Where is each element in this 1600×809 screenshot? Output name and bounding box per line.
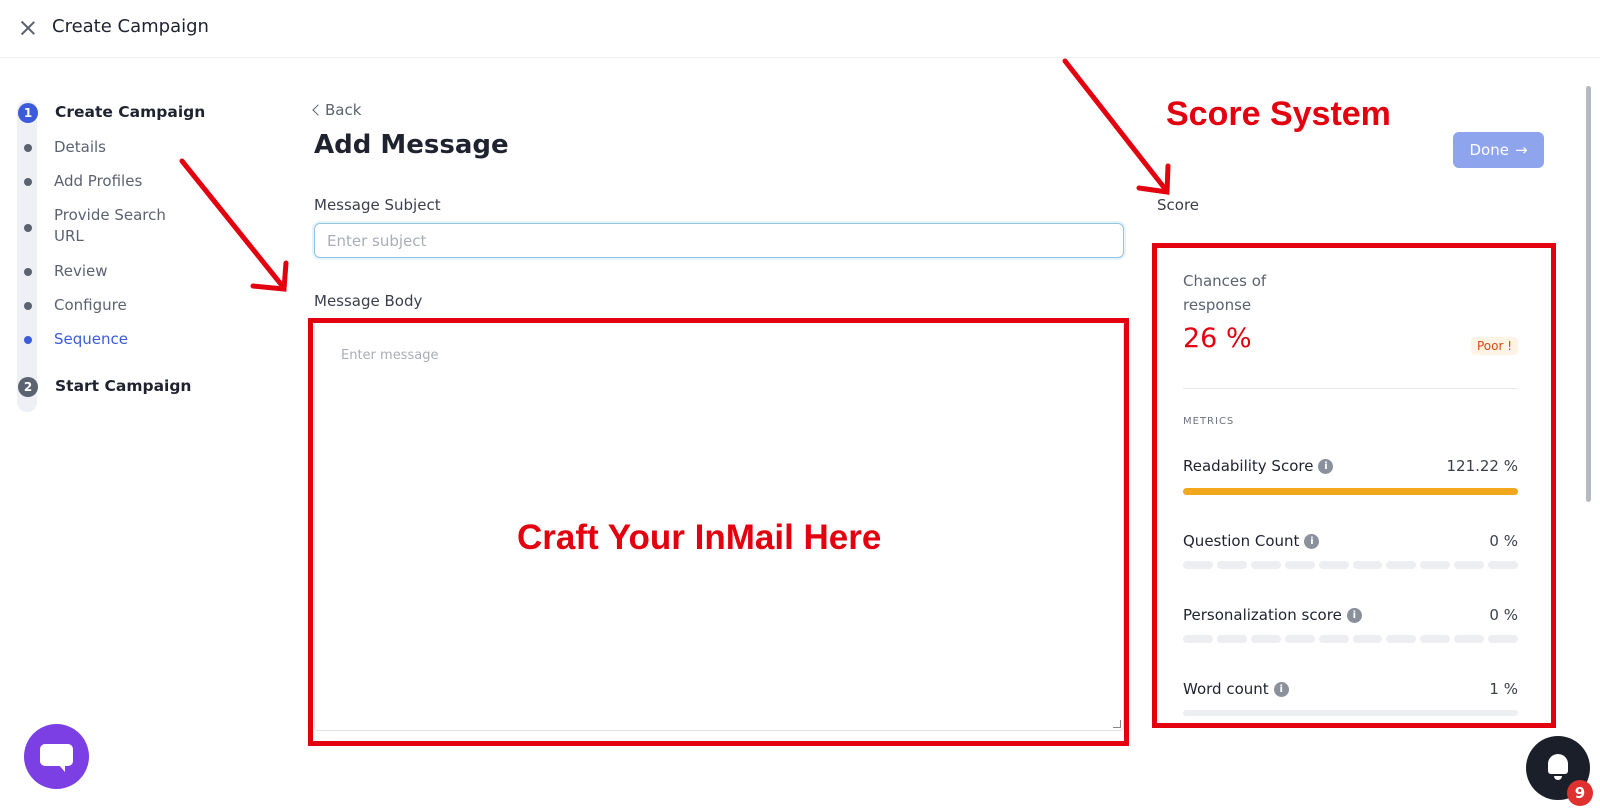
- bar-segment: [1386, 561, 1417, 569]
- resize-handle-icon[interactable]: [1113, 720, 1121, 728]
- scrollbar[interactable]: [1586, 86, 1591, 502]
- metric-personalization-value: 0 %: [1489, 606, 1518, 624]
- top-bar: Create Campaign: [0, 0, 1600, 58]
- metric-word-count-value: 1 %: [1489, 680, 1518, 698]
- bar-segment: [1318, 635, 1349, 643]
- question-bar: [1183, 561, 1519, 569]
- substep-dot: [24, 144, 32, 152]
- bar-segment: [1420, 635, 1451, 643]
- substep-dot: [24, 302, 32, 310]
- page-title: Add Message: [314, 130, 509, 160]
- bar-segment: [1318, 561, 1349, 569]
- body-label: Message Body: [314, 292, 423, 310]
- bar-segment: [1250, 635, 1281, 643]
- annotation-arrow-right: [1062, 58, 1169, 193]
- subject-input[interactable]: [314, 223, 1124, 258]
- substep-dot: [24, 178, 32, 186]
- substep-dot-active: [24, 336, 32, 344]
- annotation-arrowhead-left: [250, 260, 289, 292]
- score-value: 26 %: [1183, 323, 1252, 354]
- bar-segment: [1284, 635, 1315, 643]
- step-2-number: 2: [18, 377, 38, 397]
- metric-label: Word count: [1183, 680, 1269, 698]
- bar-segment: [1352, 635, 1383, 643]
- metric-question-value: 0 %: [1489, 532, 1518, 550]
- arrow-right-icon: →: [1514, 141, 1528, 159]
- bar-segment: [1216, 561, 1247, 569]
- step-1-number: 1: [18, 103, 38, 123]
- bar-segment: [1216, 635, 1247, 643]
- subject-label: Message Subject: [314, 196, 441, 214]
- bar-segment: [1284, 561, 1315, 569]
- metric-question-name: Question Count i: [1183, 532, 1320, 550]
- bar-segment: [1250, 561, 1281, 569]
- word-count-bar: [1183, 710, 1518, 716]
- metric-readability-name: Readability Score i: [1183, 457, 1334, 475]
- readability-bar: [1183, 488, 1518, 495]
- divider: [1183, 388, 1518, 389]
- substep-sequence[interactable]: Sequence: [54, 329, 128, 350]
- info-icon[interactable]: i: [1346, 608, 1362, 623]
- notification-count-badge: 9: [1567, 780, 1593, 806]
- annotation-arrowhead-right: [1136, 163, 1171, 195]
- substep-details[interactable]: Details: [54, 137, 106, 158]
- back-link[interactable]: Back: [312, 101, 362, 119]
- bar-segment: [1454, 561, 1485, 569]
- rating-badge: Poor !: [1471, 337, 1519, 355]
- substep-configure[interactable]: Configure: [54, 295, 127, 316]
- chevron-left-icon: [312, 104, 324, 116]
- substep-provide-search-url[interactable]: Provide Search URL: [54, 205, 194, 247]
- metric-personalization-name: Personalization score i: [1183, 606, 1362, 624]
- bar-segment: [1183, 635, 1213, 643]
- bar-segment: [1183, 561, 1213, 569]
- step-create-campaign[interactable]: Create Campaign: [55, 103, 205, 121]
- close-icon[interactable]: [18, 18, 38, 38]
- bar-segment: [1420, 561, 1451, 569]
- metric-label: Personalization score: [1183, 606, 1342, 624]
- chat-icon: [40, 744, 73, 772]
- annotation-score-system: Score System: [1166, 95, 1391, 133]
- metric-readability-value: 121.22 %: [1446, 457, 1518, 475]
- done-button[interactable]: Done →: [1453, 132, 1544, 168]
- bar-segment: [1352, 561, 1383, 569]
- bar-segment: [1488, 561, 1519, 569]
- info-icon[interactable]: i: [1273, 682, 1289, 697]
- metric-word-count-name: Word count i: [1183, 680, 1289, 698]
- metrics-heading: METRICS: [1183, 416, 1235, 427]
- substep-dot: [24, 268, 32, 276]
- bell-icon: [1548, 754, 1568, 780]
- page-header-title: Create Campaign: [52, 16, 209, 37]
- score-label: Score: [1157, 196, 1200, 214]
- substep-dot: [24, 224, 32, 232]
- back-label: Back: [325, 101, 362, 119]
- chat-button[interactable]: [24, 724, 89, 789]
- bar-segment: [1454, 635, 1485, 643]
- bar-segment: [1386, 635, 1417, 643]
- annotation-arrow-left: [179, 158, 287, 291]
- info-icon[interactable]: i: [1304, 534, 1320, 549]
- bar-segment: [1488, 635, 1519, 643]
- done-label: Done: [1469, 141, 1509, 159]
- metric-label: Question Count: [1183, 532, 1300, 550]
- metric-label: Readability Score: [1183, 457, 1314, 475]
- chances-label: Chances of response: [1183, 272, 1267, 314]
- substep-review[interactable]: Review: [54, 261, 108, 282]
- personalization-bar: [1183, 635, 1519, 643]
- step-start-campaign[interactable]: Start Campaign: [55, 377, 191, 395]
- substep-add-profiles[interactable]: Add Profiles: [54, 171, 142, 192]
- annotation-craft-inmail: Craft Your InMail Here: [517, 518, 882, 557]
- info-icon[interactable]: i: [1318, 459, 1334, 474]
